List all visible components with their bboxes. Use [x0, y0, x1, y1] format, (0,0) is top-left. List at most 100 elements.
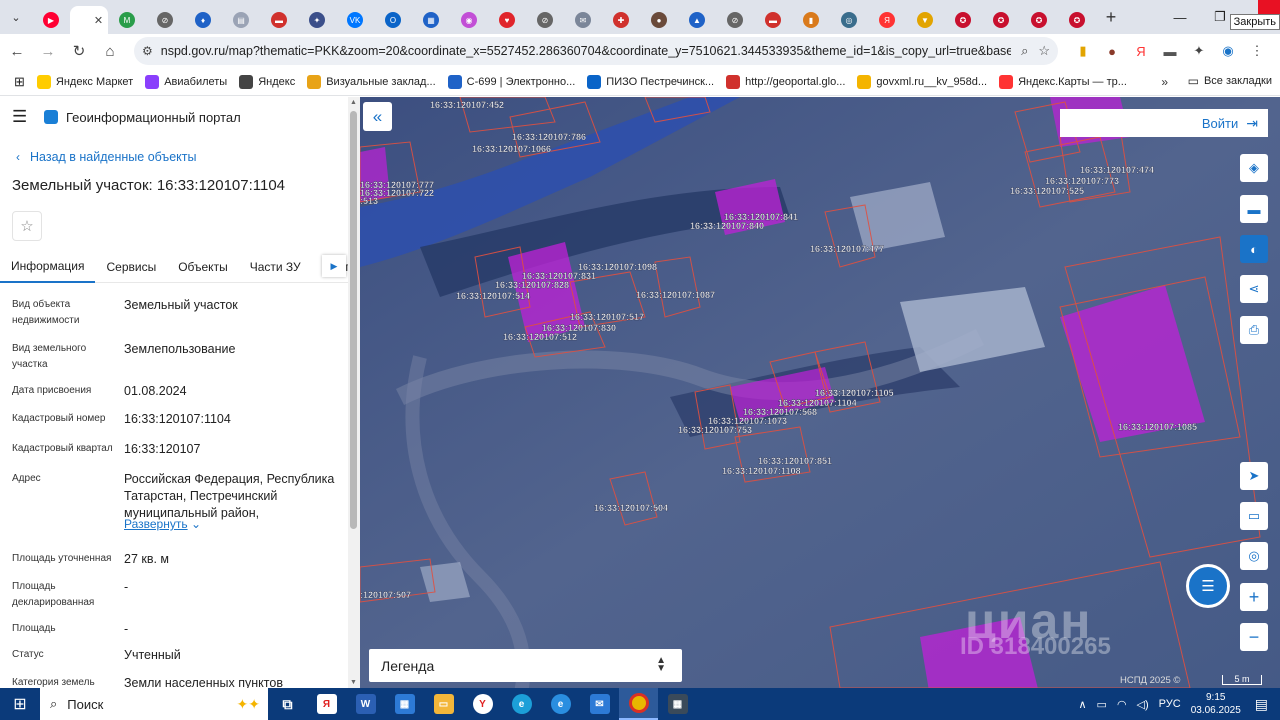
bookmark-item[interactable]: Визуальные заклад... [307, 74, 436, 89]
chrome-app-icon[interactable] [619, 688, 658, 720]
minimize-button[interactable]: — [1160, 0, 1200, 34]
clock[interactable]: 9:15 03.06.2025 [1191, 691, 1241, 717]
edge-app-icon[interactable]: e [502, 688, 541, 720]
network-icon[interactable]: ▭ [1097, 698, 1107, 711]
browser-tab[interactable]: ⊘ [146, 6, 184, 34]
chat-tool-icon[interactable]: ◐ [1240, 235, 1268, 263]
legend-toggle[interactable]: Легенда ▲ ▼ [369, 649, 682, 682]
browser-tab[interactable]: VK [336, 6, 374, 34]
bookmark-item[interactable]: http://geoportal.glo... [726, 74, 845, 89]
print-icon[interactable]: ⎙ [1240, 316, 1268, 344]
browser-tab[interactable]: ▬ [260, 6, 298, 34]
apps-icon[interactable]: ⊞ [14, 74, 25, 90]
screen-icon[interactable]: ▭ [1240, 502, 1268, 530]
taskbar-search[interactable]: ⌕ Поиск ✦✦ [40, 688, 268, 720]
extension-icon-3[interactable]: Я [1128, 38, 1154, 64]
chat-bubble-icon[interactable]: ☰ [1186, 564, 1230, 608]
parcel-label[interactable]: 16:33:120107:525 [1010, 186, 1084, 196]
parcel-label[interactable]: 16:33:120107:1087 [636, 290, 715, 300]
file-explorer-icon[interactable]: ▭ [424, 688, 463, 720]
back-to-results-link[interactable]: ‹ Назад в найденные объекты [0, 139, 360, 175]
language-indicator[interactable]: РУС [1159, 698, 1181, 710]
browser-tab[interactable]: ▲ [678, 6, 716, 34]
more-bookmarks-icon[interactable]: » [1161, 75, 1168, 89]
browser-tab[interactable]: Я [868, 6, 906, 34]
scroll-up-icon[interactable]: ▲ [350, 99, 357, 106]
parcel-label[interactable]: 16:33:120107:1066 [472, 144, 551, 154]
extension-icon-1[interactable]: ▮ [1070, 38, 1096, 64]
locate-icon[interactable]: ➤ [1240, 462, 1268, 490]
browser-tab[interactable]: ✪ [1058, 6, 1096, 34]
zoom-icon[interactable]: ⌕ [1021, 43, 1028, 59]
zoom-in-button[interactable]: + [1240, 583, 1268, 611]
reload-button[interactable]: ↻ [65, 37, 93, 65]
site-info-icon[interactable]: ⚙ [142, 44, 153, 58]
address-bar[interactable]: ⚙ nspd.gov.ru/map?thematic=PKK&zoom=20&c… [134, 37, 1058, 65]
browser-tab[interactable]: ▦ [412, 6, 450, 34]
parcel-label[interactable]: :120107:507 [360, 590, 411, 600]
geolocation-icon[interactable]: ◎ [1240, 542, 1268, 570]
profile-icon[interactable]: ◉ [1215, 38, 1241, 64]
windows-start-icon[interactable]: ⊞ [0, 688, 40, 720]
browser-tab[interactable]: ▼ [906, 6, 944, 34]
browser-tab[interactable]: ▤ [222, 6, 260, 34]
browser-tab[interactable]: ✪ [982, 6, 1020, 34]
extension-icon-4[interactable]: ▬ [1157, 38, 1183, 64]
collapse-panel-button[interactable]: « [363, 102, 392, 131]
calculator-app-icon[interactable]: ▦ [658, 688, 697, 720]
parcel-label[interactable]: 16:33:120107:504 [594, 503, 668, 513]
object-tab[interactable]: Объекты [167, 251, 239, 283]
browser-tab[interactable]: O [374, 6, 412, 34]
parcel-label[interactable]: :513 [360, 196, 378, 206]
browser-tab[interactable]: ♦ [184, 6, 222, 34]
extension-icon-2[interactable]: ● [1099, 38, 1125, 64]
word-app-icon[interactable]: W [346, 688, 385, 720]
bookmark-item[interactable]: ПИЗО Пестречинск... [587, 74, 714, 89]
parcel-label[interactable]: 16:33:120107:512 [503, 332, 577, 342]
browser-tab[interactable]: M [108, 6, 146, 34]
share-icon[interactable]: ⋖ [1240, 275, 1268, 303]
back-button[interactable]: ← [3, 37, 31, 65]
browser-tab[interactable]: ♥ [488, 6, 526, 34]
bookmark-item[interactable]: С-699 | Электронно... [447, 74, 575, 89]
browser-tab[interactable]: ▶ [32, 6, 70, 34]
parcel-label[interactable]: 16:33:120107:786 [512, 132, 586, 142]
ruler-icon[interactable]: ▬ [1240, 195, 1268, 223]
parcel-label[interactable]: 16:33:120107:828 [495, 280, 569, 290]
parcel-label[interactable]: 16:33:120107:840 [690, 221, 764, 231]
parcel-label[interactable]: 16:33:120107:851 [758, 456, 832, 466]
parcel-label[interactable]: 16:33:120107:474 [1080, 165, 1154, 175]
object-tab[interactable]: Информация [0, 251, 96, 283]
layers-icon[interactable]: ◈ [1240, 154, 1268, 182]
browser-menu-icon[interactable]: ⋮ [1244, 38, 1270, 64]
browser-tab[interactable]: ✪ [944, 6, 982, 34]
browser-tab[interactable]: ✦ [298, 6, 336, 34]
close-window-highlight[interactable] [1258, 0, 1280, 14]
bookmark-item[interactable]: govxml.ru__kv_958d... [857, 74, 987, 89]
browser-tab[interactable]: ⊘ [716, 6, 754, 34]
parcel-label[interactable]: 16:33:120107:753 [678, 425, 752, 435]
menu-icon[interactable]: ☰ [12, 107, 36, 127]
parcel-label[interactable]: 16:33:120107:773 [1045, 176, 1119, 186]
parcel-label[interactable]: 16:33:120107:1085 [1118, 422, 1197, 432]
zoom-out-button[interactable]: − [1240, 623, 1268, 651]
tabs-scroll-right-button[interactable]: ▶ [322, 255, 346, 277]
store-app-icon[interactable]: ▦ [385, 688, 424, 720]
tab-search-button[interactable]: ⌄ [0, 0, 32, 34]
bookmark-star-icon[interactable]: ☆ [1038, 43, 1050, 59]
parcel-label[interactable]: 16:33:120107:1108 [722, 466, 801, 476]
extensions-puzzle-icon[interactable]: ✦ [1186, 38, 1212, 64]
bookmark-item[interactable]: Яндекс [239, 74, 295, 89]
browser-tab[interactable]: ▬ [754, 6, 792, 34]
satellite-map[interactable]: 16:33:120107:452 16:33:120107:786 16:33:12… [360, 97, 1280, 688]
wifi-icon[interactable]: ◠ [1117, 698, 1127, 711]
login-button[interactable]: Войти ⇥ [1060, 109, 1268, 137]
close-tab-icon[interactable]: ✕ [94, 14, 103, 27]
browser-tab[interactable]: ✉ [564, 6, 602, 34]
parcel-label[interactable]: 16:33:120107:1105 [815, 388, 894, 398]
scrollbar-thumb[interactable] [350, 111, 357, 529]
browser-tab[interactable]: ✚ [602, 6, 640, 34]
object-tab[interactable]: Сервисы [95, 251, 167, 283]
browser-tab[interactable]: ✕ [70, 6, 108, 34]
browser-tab[interactable]: ✪ [1020, 6, 1058, 34]
